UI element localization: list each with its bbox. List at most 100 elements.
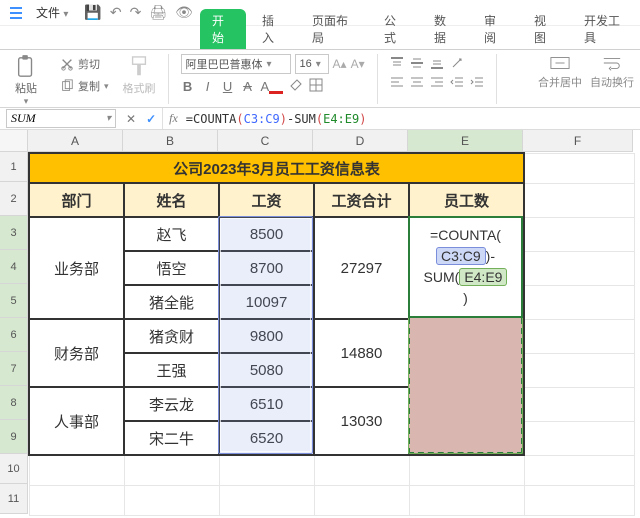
cell-salary[interactable]: 8700 bbox=[219, 251, 314, 285]
cell-name[interactable]: 李云龙 bbox=[124, 387, 219, 421]
cell-dept[interactable]: 财务部 bbox=[29, 319, 124, 387]
cell[interactable] bbox=[29, 485, 124, 515]
row-header-11[interactable]: 11 bbox=[0, 484, 28, 514]
cut-button[interactable]: 剪切 bbox=[56, 54, 113, 74]
copy-button[interactable]: 复制▾ bbox=[56, 76, 113, 96]
merge-center-button[interactable]: 合并居中 bbox=[538, 54, 582, 90]
font-name-combo[interactable]: 阿里巴巴普惠体▾ bbox=[181, 54, 291, 74]
orientation-icon[interactable] bbox=[450, 54, 464, 70]
bold-icon[interactable]: B bbox=[181, 79, 195, 94]
align-center-icon[interactable] bbox=[410, 74, 424, 90]
cell-salary[interactable]: 8500 bbox=[219, 217, 314, 251]
col-header-C[interactable]: C bbox=[218, 130, 313, 152]
tab-view[interactable]: 视图 bbox=[522, 9, 568, 49]
cell[interactable] bbox=[524, 353, 634, 387]
qat-redo-icon[interactable]: ↷ bbox=[130, 4, 142, 21]
row-header-1[interactable]: 1 bbox=[0, 152, 28, 182]
cell[interactable] bbox=[314, 485, 409, 515]
strike-icon[interactable]: A bbox=[241, 79, 255, 94]
cell[interactable] bbox=[524, 285, 634, 319]
cell-salary[interactable]: 9800 bbox=[219, 319, 314, 353]
decrease-font-icon[interactable]: A▾ bbox=[351, 57, 365, 71]
align-top-icon[interactable] bbox=[390, 54, 404, 70]
cell[interactable] bbox=[524, 455, 634, 485]
cell-salary-sum[interactable]: 27297 bbox=[314, 217, 409, 319]
cell-name[interactable]: 猪全能 bbox=[124, 285, 219, 319]
indent-inc-icon[interactable] bbox=[470, 74, 484, 90]
header-dept[interactable]: 部门 bbox=[29, 183, 124, 217]
row-header-8[interactable]: 8 bbox=[0, 386, 28, 420]
increase-font-icon[interactable]: A▴ bbox=[333, 57, 347, 71]
cell-emp-count-editing[interactable] bbox=[409, 217, 524, 455]
cell-salary[interactable]: 6520 bbox=[219, 421, 314, 455]
qat-preview-icon[interactable]: 👁 bbox=[175, 4, 193, 21]
cell[interactable] bbox=[409, 455, 524, 485]
qat-undo-icon[interactable]: ↶ bbox=[110, 4, 122, 21]
qat-print-icon[interactable]: 🖨 bbox=[149, 4, 167, 21]
row-header-7[interactable]: 7 bbox=[0, 352, 28, 386]
header-salary-sum[interactable]: 工资合计 bbox=[314, 183, 409, 217]
header-name[interactable]: 姓名 bbox=[124, 183, 219, 217]
align-right-icon[interactable] bbox=[430, 74, 444, 90]
select-all-corner[interactable] bbox=[0, 130, 28, 152]
cell[interactable] bbox=[524, 251, 634, 285]
row-header-9[interactable]: 9 bbox=[0, 420, 28, 454]
cell-name[interactable]: 悟空 bbox=[124, 251, 219, 285]
cancel-formula-icon[interactable]: ✕ bbox=[126, 112, 136, 126]
cell-salary[interactable]: 10097 bbox=[219, 285, 314, 319]
fill-color-icon[interactable] bbox=[289, 78, 303, 95]
cell-dept[interactable]: 人事部 bbox=[29, 387, 124, 455]
header-emp-count[interactable]: 员工数 bbox=[409, 183, 524, 217]
cell-salary[interactable]: 6510 bbox=[219, 387, 314, 421]
cell[interactable] bbox=[524, 387, 634, 421]
app-menu-button[interactable] bbox=[6, 3, 26, 23]
cell-name[interactable]: 赵飞 bbox=[124, 217, 219, 251]
tab-data[interactable]: 数据 bbox=[422, 9, 468, 49]
cell-salary-sum[interactable]: 13030 bbox=[314, 387, 409, 455]
row-header-3[interactable]: 3 bbox=[0, 216, 28, 250]
tab-formula[interactable]: 公式 bbox=[372, 9, 418, 49]
spreadsheet-grid[interactable]: A B C D E F 1 2 3 4 5 6 7 8 9 10 11 bbox=[0, 130, 640, 518]
cell[interactable] bbox=[124, 485, 219, 515]
cell[interactable] bbox=[219, 485, 314, 515]
cell[interactable] bbox=[29, 455, 124, 485]
row-header-4[interactable]: 4 bbox=[0, 250, 28, 284]
cell-name[interactable]: 王强 bbox=[124, 353, 219, 387]
tab-review[interactable]: 审阅 bbox=[472, 9, 518, 49]
header-salary[interactable]: 工资 bbox=[219, 183, 314, 217]
cell[interactable] bbox=[409, 485, 524, 515]
file-menu[interactable]: 文件 ▾ bbox=[32, 2, 72, 23]
cell-salary[interactable]: 5080 bbox=[219, 353, 314, 387]
row-header-10[interactable]: 10 bbox=[0, 454, 28, 484]
paste-button[interactable]: 粘贴▾ bbox=[6, 52, 46, 107]
tab-start[interactable]: 开始 bbox=[200, 9, 246, 49]
cell[interactable] bbox=[524, 153, 634, 183]
col-header-F[interactable]: F bbox=[523, 130, 633, 152]
tab-dev[interactable]: 开发工具 bbox=[572, 9, 640, 49]
cell[interactable] bbox=[524, 183, 634, 217]
cell[interactable] bbox=[219, 455, 314, 485]
row-header-5[interactable]: 5 bbox=[0, 284, 28, 318]
cell-name[interactable]: 猪贪财 bbox=[124, 319, 219, 353]
col-header-B[interactable]: B bbox=[123, 130, 218, 152]
cell-name[interactable]: 宋二牛 bbox=[124, 421, 219, 455]
col-header-E[interactable]: E bbox=[408, 130, 523, 152]
cell[interactable] bbox=[314, 455, 409, 485]
cell[interactable] bbox=[524, 319, 634, 353]
font-color-icon[interactable]: A bbox=[261, 79, 284, 94]
cell[interactable] bbox=[524, 217, 634, 251]
indent-dec-icon[interactable] bbox=[450, 74, 464, 90]
tab-insert[interactable]: 插入 bbox=[250, 9, 296, 49]
format-painter-button[interactable]: 格式刷 bbox=[123, 52, 156, 96]
cell-salary-sum[interactable]: 14880 bbox=[314, 319, 409, 387]
formula-input[interactable]: fx =COUNTA(C3:C9)-SUM(E4:E9) bbox=[162, 108, 640, 129]
cell[interactable] bbox=[524, 421, 634, 455]
col-header-D[interactable]: D bbox=[313, 130, 408, 152]
align-left-icon[interactable] bbox=[390, 74, 404, 90]
italic-icon[interactable]: I bbox=[201, 79, 215, 94]
title-cell[interactable]: 公司2023年3月员工工资信息表 bbox=[29, 153, 524, 183]
col-header-A[interactable]: A bbox=[28, 130, 123, 152]
align-middle-icon[interactable] bbox=[410, 54, 424, 70]
cell[interactable] bbox=[524, 485, 634, 515]
tab-layout[interactable]: 页面布局 bbox=[300, 9, 368, 49]
